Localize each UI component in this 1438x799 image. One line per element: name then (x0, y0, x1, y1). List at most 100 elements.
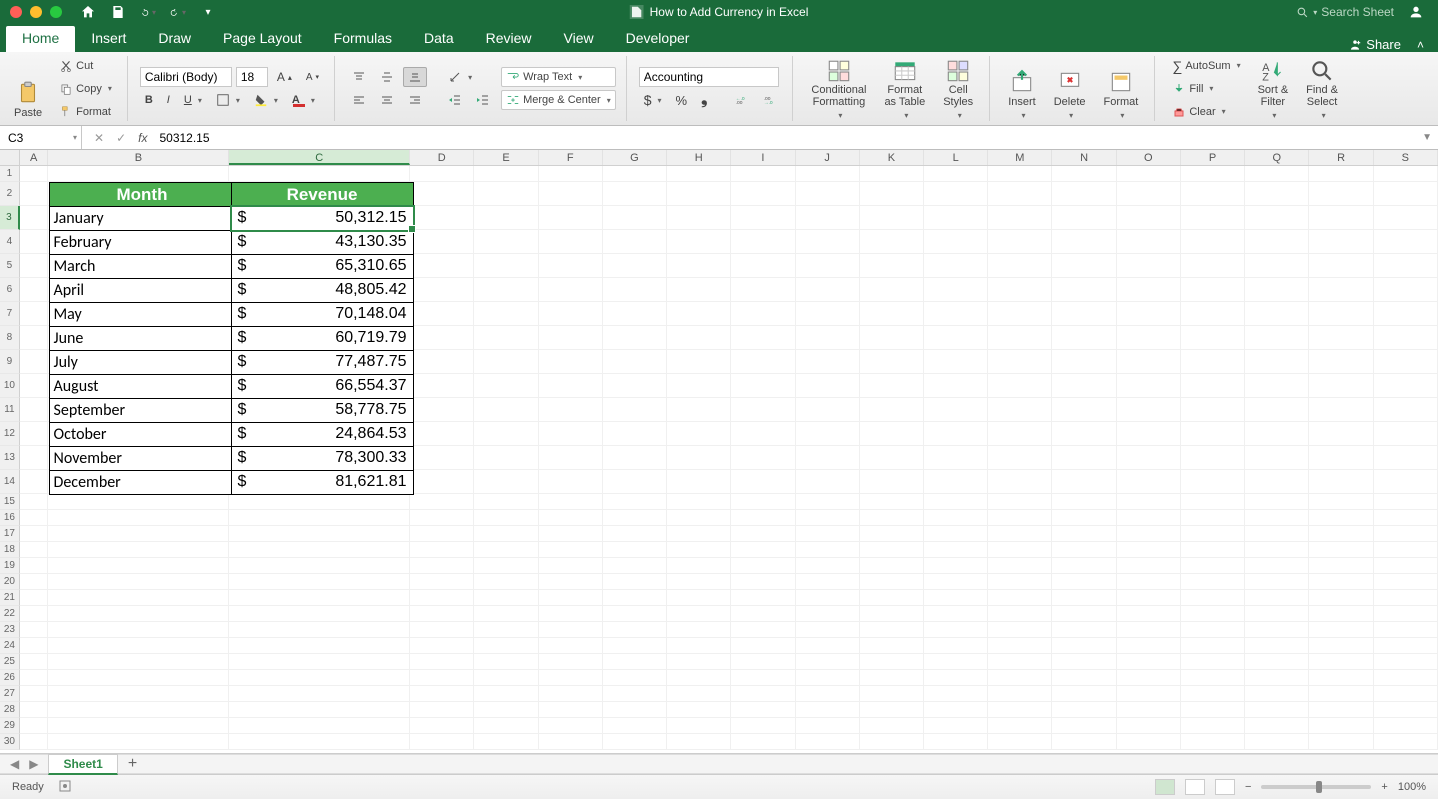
cell-F1[interactable] (539, 166, 603, 182)
table-cell-month[interactable]: June (49, 326, 232, 351)
decrease-indent-button[interactable] (443, 90, 467, 110)
align-bottom-button[interactable] (403, 67, 427, 87)
cell-K23[interactable] (860, 622, 924, 638)
cell-G20[interactable] (603, 574, 667, 590)
cell-C22[interactable] (229, 606, 410, 622)
cell-F3[interactable] (539, 206, 603, 230)
autosum-button[interactable]: ∑AutoSum (1167, 56, 1245, 76)
cell-C28[interactable] (229, 702, 410, 718)
cell-F28[interactable] (539, 702, 603, 718)
cell-L3[interactable] (924, 206, 988, 230)
cell-D11[interactable] (410, 398, 474, 422)
cell-F18[interactable] (539, 542, 603, 558)
cell-styles-button[interactable]: Cell Styles (937, 58, 979, 120)
cell-P20[interactable] (1181, 574, 1245, 590)
cell-H2[interactable] (667, 182, 731, 206)
cell-N3[interactable] (1052, 206, 1116, 230)
row-header-8[interactable]: 8 (0, 326, 20, 350)
cell-E22[interactable] (474, 606, 538, 622)
cell-L23[interactable] (924, 622, 988, 638)
cell-N20[interactable] (1052, 574, 1116, 590)
zoom-level[interactable]: 100% (1398, 781, 1426, 793)
cell-I23[interactable] (731, 622, 795, 638)
cell-S23[interactable] (1374, 622, 1438, 638)
cell-K4[interactable] (860, 230, 924, 254)
cell-S18[interactable] (1374, 542, 1438, 558)
cell-J22[interactable] (796, 606, 860, 622)
cell-I2[interactable] (731, 182, 795, 206)
collapse-ribbon-icon[interactable]: ˄ (1417, 38, 1424, 52)
cell-B20[interactable] (48, 574, 229, 590)
cell-K5[interactable] (860, 254, 924, 278)
cell-P8[interactable] (1181, 326, 1245, 350)
minimize-window-button[interactable] (30, 6, 42, 18)
cell-H10[interactable] (667, 374, 731, 398)
cell-F12[interactable] (539, 422, 603, 446)
cell-B22[interactable] (48, 606, 229, 622)
cell-D6[interactable] (410, 278, 474, 302)
cell-A3[interactable] (20, 206, 49, 230)
cell-I29[interactable] (731, 718, 795, 734)
cell-P9[interactable] (1181, 350, 1245, 374)
cell-Q21[interactable] (1245, 590, 1309, 606)
cell-O17[interactable] (1117, 526, 1181, 542)
cell-J15[interactable] (796, 494, 860, 510)
cell-N16[interactable] (1052, 510, 1116, 526)
cell-S5[interactable] (1374, 254, 1438, 278)
cell-E10[interactable] (474, 374, 538, 398)
cell-H4[interactable] (667, 230, 731, 254)
cell-A13[interactable] (20, 446, 49, 470)
cell-A30[interactable] (20, 734, 49, 750)
cell-K14[interactable] (860, 470, 924, 494)
cell-G1[interactable] (603, 166, 667, 182)
cell-D19[interactable] (410, 558, 474, 574)
cell-Q23[interactable] (1245, 622, 1309, 638)
cell-P5[interactable] (1181, 254, 1245, 278)
cell-L18[interactable] (924, 542, 988, 558)
table-cell-revenue[interactable]: $78,300.33 (231, 446, 414, 471)
cell-R10[interactable] (1309, 374, 1373, 398)
cell-K20[interactable] (860, 574, 924, 590)
cell-A16[interactable] (20, 510, 49, 526)
cell-A19[interactable] (20, 558, 49, 574)
cell-J17[interactable] (796, 526, 860, 542)
cell-O19[interactable] (1117, 558, 1181, 574)
align-left-button[interactable] (347, 90, 371, 110)
cell-P27[interactable] (1181, 686, 1245, 702)
cell-D15[interactable] (410, 494, 474, 510)
cell-R15[interactable] (1309, 494, 1373, 510)
cell-I15[interactable] (731, 494, 795, 510)
cell-G12[interactable] (603, 422, 667, 446)
cell-H28[interactable] (667, 702, 731, 718)
cell-A17[interactable] (20, 526, 49, 542)
cell-E13[interactable] (474, 446, 538, 470)
cell-F22[interactable] (539, 606, 603, 622)
cell-K13[interactable] (860, 446, 924, 470)
cell-B25[interactable] (48, 654, 229, 670)
cell-H5[interactable] (667, 254, 731, 278)
cell-F5[interactable] (539, 254, 603, 278)
cell-P24[interactable] (1181, 638, 1245, 654)
number-format-combo[interactable] (639, 67, 779, 87)
cell-C19[interactable] (229, 558, 410, 574)
cell-A12[interactable] (20, 422, 49, 446)
cell-I9[interactable] (731, 350, 795, 374)
cell-G19[interactable] (603, 558, 667, 574)
cell-S16[interactable] (1374, 510, 1438, 526)
cell-I21[interactable] (731, 590, 795, 606)
cell-C26[interactable] (229, 670, 410, 686)
clear-button[interactable]: Clear (1167, 102, 1245, 122)
cell-A28[interactable] (20, 702, 49, 718)
cell-Q2[interactable] (1245, 182, 1309, 206)
add-sheet-button[interactable]: + (118, 755, 147, 773)
cell-H7[interactable] (667, 302, 731, 326)
row-header-4[interactable]: 4 (0, 230, 20, 254)
cell-N30[interactable] (1052, 734, 1116, 750)
cell-L27[interactable] (924, 686, 988, 702)
decrease-decimal-button[interactable]: .00→.0 (758, 90, 782, 110)
cell-K18[interactable] (860, 542, 924, 558)
cell-O9[interactable] (1117, 350, 1181, 374)
table-cell-month[interactable]: May (49, 302, 232, 327)
cell-L7[interactable] (924, 302, 988, 326)
cell-P15[interactable] (1181, 494, 1245, 510)
